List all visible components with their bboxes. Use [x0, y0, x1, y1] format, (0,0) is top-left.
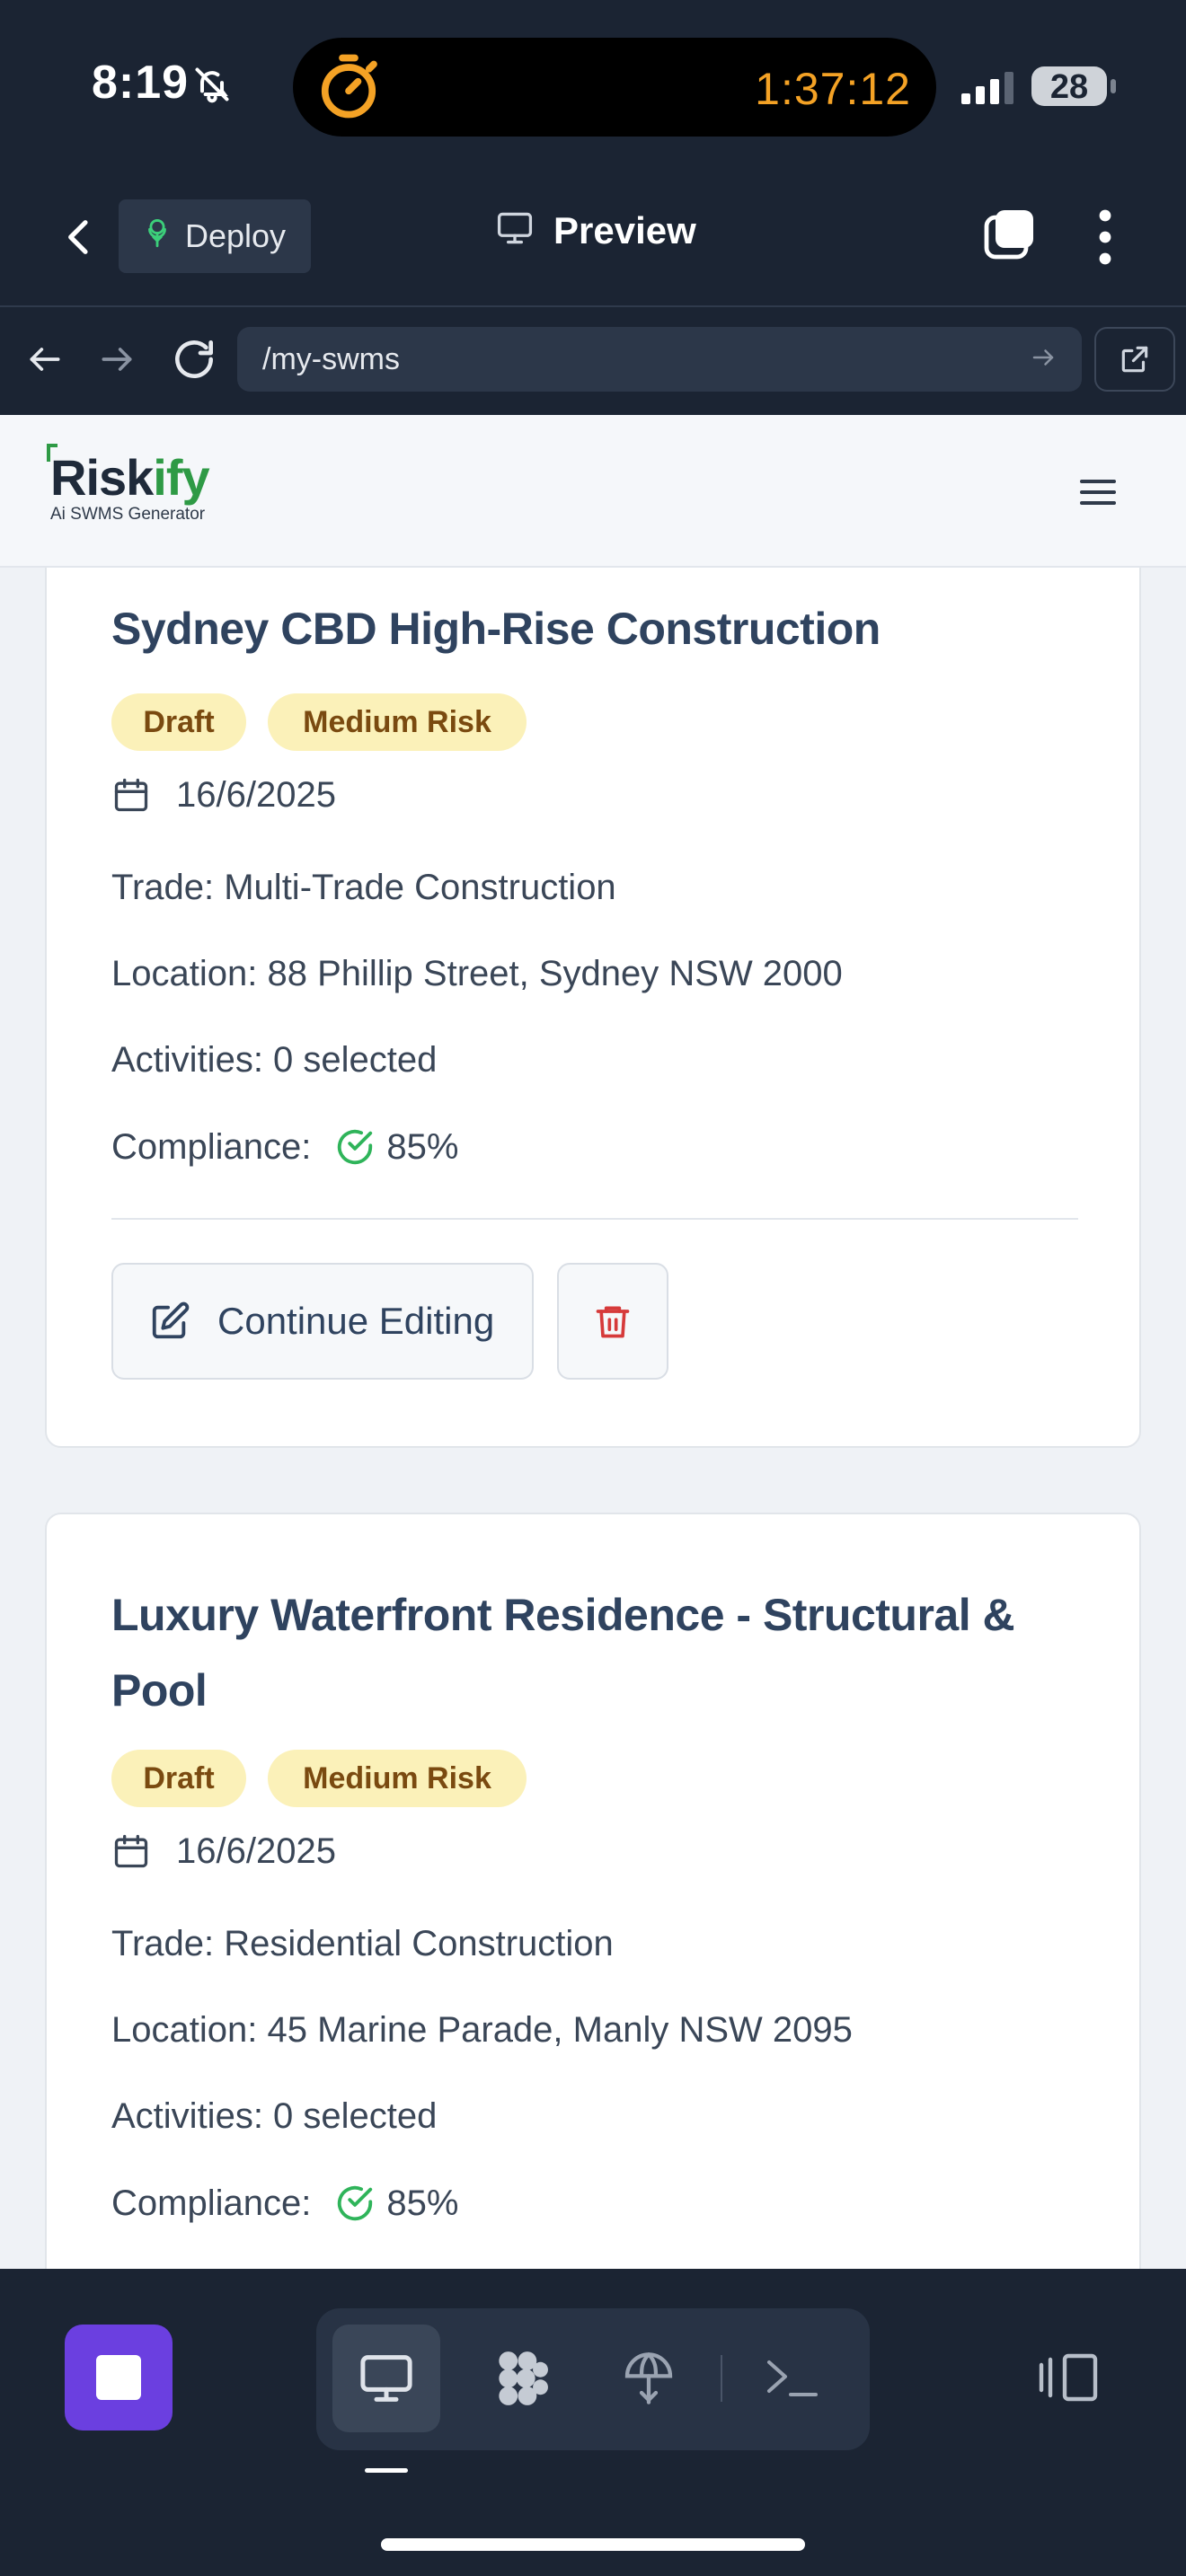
timer-readout: 1:37:12: [755, 64, 911, 114]
stop-icon: [96, 2355, 141, 2400]
panels-button[interactable]: [1031, 2341, 1105, 2414]
stop-button[interactable]: [65, 2325, 173, 2430]
logo-tagline: Ai SWMS Generator: [50, 505, 206, 524]
card-activities: Activities: 0 selected: [111, 2096, 438, 2136]
battery-nub: [1111, 79, 1116, 93]
card-title[interactable]: Sydney CBD High-Rise Construction: [111, 591, 1100, 666]
signal-icon: [961, 72, 1017, 109]
deploy-button[interactable]: Deploy: [119, 199, 311, 273]
tool-preview-button[interactable]: [332, 2325, 440, 2432]
refresh-icon: [175, 340, 214, 379]
risk-badge: Medium Risk: [268, 693, 527, 751]
arrow-right-icon: [102, 348, 132, 371]
deploy-icon: [142, 218, 173, 254]
tool-switcher: [316, 2308, 870, 2450]
card-divider: [111, 1218, 1078, 1220]
web-viewport[interactable]: Riskify Ai SWMS Generator Sydney CBD Hig…: [0, 415, 1186, 2269]
stopwatch-icon: [311, 49, 386, 128]
risk-badge: Medium Risk: [268, 1750, 527, 1807]
logo-flag-icon: [47, 444, 58, 462]
date-text: 16/6/2025: [176, 1831, 336, 1871]
active-tab-indicator: [365, 2468, 408, 2473]
card-trade: Trade: Multi-Trade Construction: [111, 868, 616, 907]
chevron-left-icon: [68, 220, 88, 254]
compliance-label: Compliance:: [111, 1126, 312, 1167]
tabs-button[interactable]: [981, 205, 1039, 262]
status-badge: Draft: [111, 1750, 246, 1807]
card-compliance: Compliance: 85%: [111, 2183, 458, 2224]
refresh-button[interactable]: [169, 334, 219, 389]
swms-card: Sydney CBD High-Rise Construction Draft …: [45, 514, 1141, 1448]
tool-agent-button[interactable]: [469, 2325, 577, 2432]
calendar-icon: [111, 1831, 151, 1872]
monitor-icon: [494, 208, 535, 252]
compliance-label: Compliance:: [111, 2183, 312, 2223]
hamburger-icon: [1080, 480, 1116, 505]
url-input[interactable]: /my-swms: [237, 327, 1082, 392]
more-menu-button[interactable]: [1087, 205, 1123, 269]
swms-card: Luxury Waterfront Residence - Structural…: [45, 1513, 1141, 2269]
trash-icon: [596, 1306, 630, 1338]
check-circle-icon: [334, 2183, 376, 2224]
tool-shell-button[interactable]: [739, 2325, 846, 2432]
battery-icon: 28: [1031, 66, 1107, 106]
preview-label: Preview: [553, 208, 696, 251]
tool-deploy-button[interactable]: [595, 2325, 703, 2432]
bell-slash-icon: [192, 65, 232, 109]
edit-icon: [152, 1301, 190, 1339]
panels-icon: [1039, 2353, 1098, 2402]
nav-forward-button[interactable]: [97, 336, 137, 387]
external-link-icon: [1121, 346, 1148, 373]
deploy-label: Deploy: [185, 217, 287, 254]
monitor-icon: [360, 2355, 412, 2402]
card-date: 16/6/2025: [111, 774, 336, 816]
status-badge: Draft: [111, 693, 246, 751]
go-arrow-icon[interactable]: [1030, 344, 1057, 375]
status-time: 8:19: [92, 57, 190, 109]
preview-title: Preview: [494, 208, 696, 252]
logo-text-ify: ify: [153, 449, 209, 506]
card-date: 16/6/2025: [111, 1831, 336, 1872]
nav-back-button[interactable]: [25, 336, 65, 387]
battery-level: 28: [1049, 68, 1089, 106]
home-indicator: [381, 2538, 805, 2551]
back-button[interactable]: [54, 208, 104, 266]
date-text: 16/6/2025: [176, 774, 336, 815]
riskify-logo[interactable]: Riskify Ai SWMS Generator: [47, 444, 210, 525]
header-divider: [0, 305, 1186, 307]
card-activities: Activities: 0 selected: [111, 1040, 438, 1080]
card-location: Location: 45 Marine Parade, Manly NSW 20…: [111, 2010, 853, 2050]
deploy-icon: [624, 2352, 673, 2404]
card-trade: Trade: Residential Construction: [111, 1924, 614, 1963]
tabs-icon: [984, 210, 1033, 260]
check-circle-icon: [334, 1126, 376, 1168]
card-compliance: Compliance: 85%: [111, 1126, 458, 1168]
delete-button[interactable]: [557, 1263, 668, 1380]
logo-text-risk: Risk: [50, 449, 154, 506]
card-title[interactable]: Luxury Waterfront Residence - Structural…: [111, 1577, 1100, 1728]
url-text: /my-swms: [262, 341, 400, 376]
bottom-toolbar: [0, 2269, 1186, 2576]
continue-editing-label: Continue Editing: [217, 1300, 495, 1342]
site-header: Riskify Ai SWMS Generator: [0, 415, 1186, 568]
compliance-value: 85%: [386, 1126, 459, 1167]
logo-wordmark: Riskify: [47, 444, 210, 503]
continue-editing-button[interactable]: Continue Editing: [111, 1263, 534, 1380]
terminal-icon: [767, 2360, 818, 2396]
more-vertical-icon: [1099, 209, 1111, 265]
tool-separator: [721, 2355, 722, 2402]
agent-icon: [499, 2351, 548, 2405]
hamburger-menu-button[interactable]: [1078, 476, 1118, 508]
card-location: Location: 88 Phillip Street, Sydney NSW …: [111, 954, 843, 993]
dynamic-island: 1:37:12: [293, 38, 936, 137]
calendar-icon: [111, 774, 151, 816]
status-bar: 8:19 1:37:12 28: [0, 0, 1186, 171]
arrow-left-icon: [30, 348, 60, 371]
open-external-button[interactable]: [1094, 327, 1175, 392]
compliance-value: 85%: [386, 2183, 459, 2223]
